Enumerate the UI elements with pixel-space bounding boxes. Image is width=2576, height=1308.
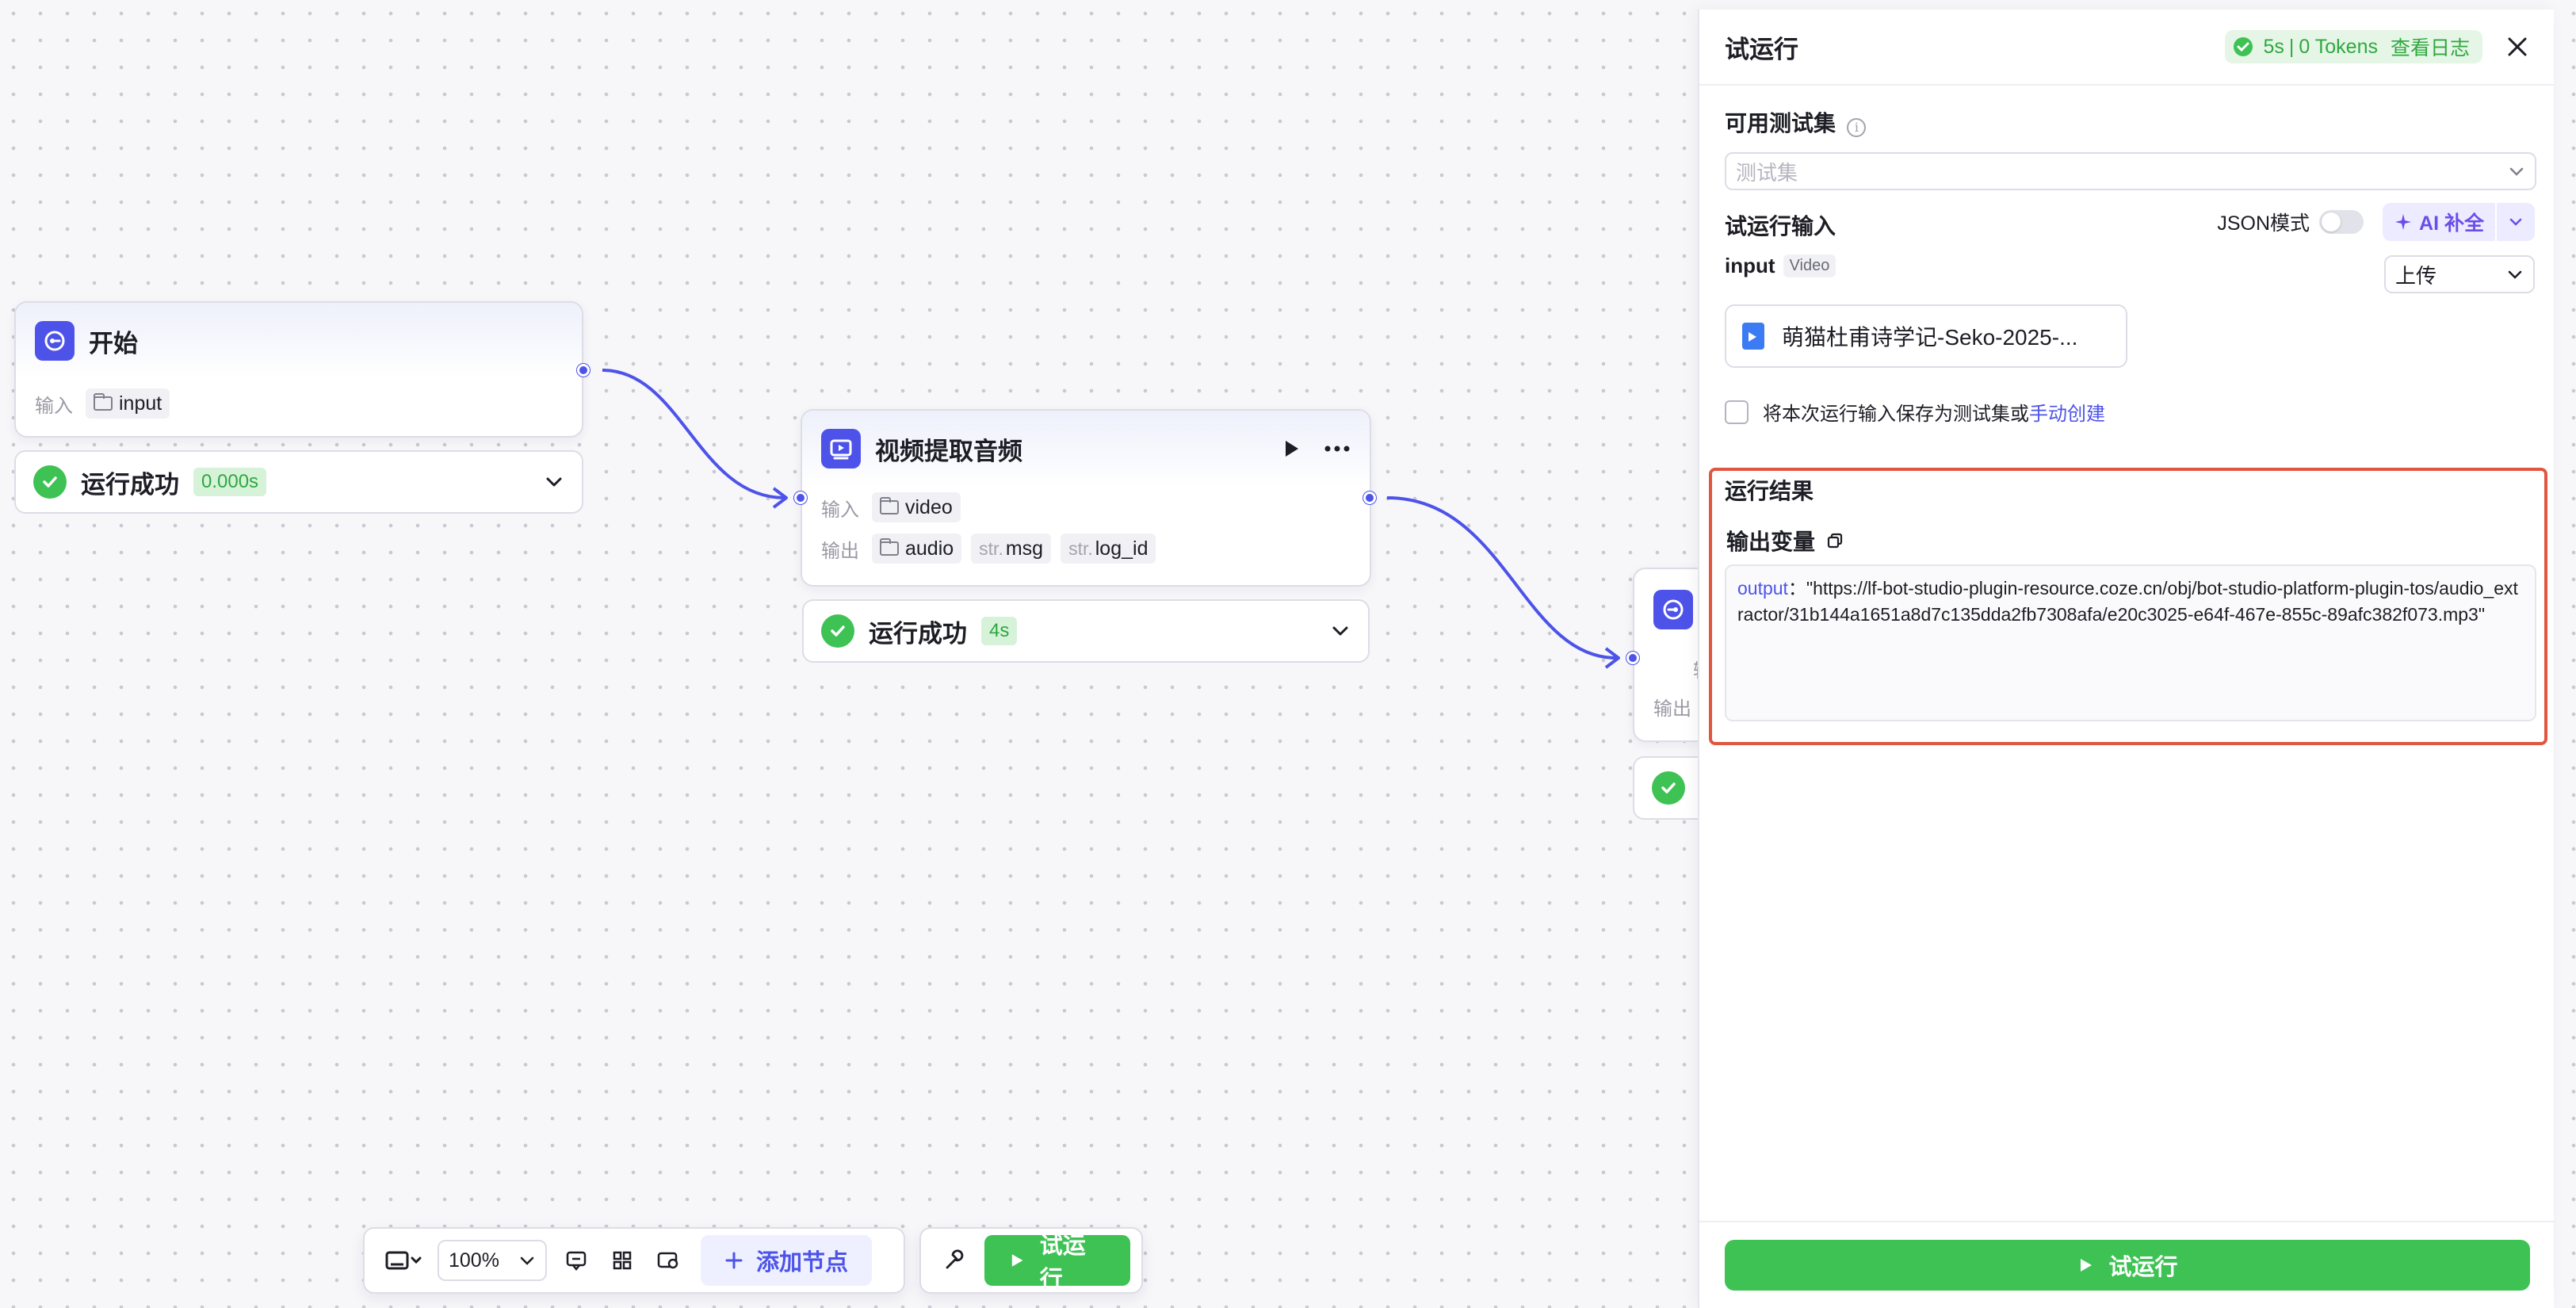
zoom-value: 100%	[449, 1249, 499, 1272]
start-input-label: 输入	[35, 395, 73, 417]
extract-output-port[interactable]	[1363, 491, 1376, 504]
ai-fill-dropdown[interactable]	[2497, 203, 2535, 241]
edge-arrow-1	[772, 487, 788, 509]
play-icon	[1012, 1254, 1023, 1267]
add-node-label: 添加节点	[756, 1250, 849, 1275]
chevron-down-icon	[2508, 270, 2522, 279]
more-options-icon[interactable]	[1324, 445, 1351, 453]
extract-status-text: 运行成功	[869, 619, 967, 648]
chevron-down-icon	[2509, 167, 2524, 176]
run-stat-badge: 5s | 0 Tokens 查看日志	[2225, 30, 2482, 63]
keyboard-icon	[385, 1251, 422, 1270]
start-status-text: 运行成功	[81, 470, 179, 499]
json-mode-label: JSON模式	[2217, 212, 2310, 235]
close-icon[interactable]	[2506, 36, 2528, 58]
run-node-play-icon[interactable]	[1281, 438, 1301, 459]
save-testset-checkbox[interactable]	[1725, 400, 1749, 424]
start-time-badge: 0.000s	[193, 468, 267, 496]
success-check-icon	[2234, 37, 2253, 56]
minimap-icon	[657, 1252, 678, 1269]
add-node-button[interactable]: 添加节点	[701, 1235, 873, 1286]
input-type-tag: Video	[1783, 254, 1836, 277]
comment-button[interactable]	[553, 1237, 599, 1283]
start-node-title: 开始	[89, 329, 138, 358]
minimap-button[interactable]	[645, 1237, 691, 1283]
panel-run-button[interactable]: 试运行	[1725, 1240, 2530, 1291]
end-output-label: 输出	[1653, 698, 1691, 720]
chevron-down-icon	[520, 1256, 534, 1265]
ai-fill-label: AI 补全	[2419, 212, 2484, 235]
video-file-icon	[1742, 323, 1764, 350]
canvas-toolbar: 100% 添加节点	[363, 1227, 905, 1294]
folder-icon	[94, 393, 113, 411]
extract-output-logid-tag: str. log_id	[1061, 534, 1156, 564]
comment-icon	[566, 1251, 587, 1272]
ai-fill-button[interactable]: AI 补全	[2383, 203, 2495, 241]
extract-input-port[interactable]	[794, 491, 807, 504]
edge-extract-to-end	[1386, 496, 1618, 660]
chevron-down-icon	[2509, 218, 2522, 226]
result-highlight-box	[1709, 468, 2547, 745]
stat-time: 5s	[2263, 35, 2284, 58]
extract-output-audio-tag: audio	[872, 534, 962, 564]
success-check-icon	[1652, 771, 1685, 805]
start-node[interactable]: 开始 输入 input	[14, 301, 583, 438]
extract-output-msg-tag: str. msg	[971, 534, 1052, 564]
run-toolbar: 试运行	[919, 1227, 1143, 1294]
debug-tools-button[interactable]	[932, 1237, 977, 1283]
start-node-icon	[35, 321, 75, 361]
extract-node-title: 视频提取音频	[875, 437, 1022, 465]
sparkle-icon	[2395, 214, 2412, 230]
upload-label: 上传	[2395, 263, 2437, 288]
play-icon	[2081, 1259, 2093, 1272]
panel-run-label: 试运行	[2108, 1255, 2178, 1280]
folder-icon	[880, 538, 899, 556]
extract-audio-node[interactable]: 视频提取音频 输入 video 输出 audio str. msg str. log…	[801, 409, 1371, 587]
folder-icon	[880, 497, 899, 514]
start-status-card[interactable]: 运行成功 0.000s	[14, 450, 583, 514]
edge-start-to-extract	[602, 369, 785, 499]
stat-tokens: 0 Tokens	[2299, 35, 2378, 58]
toolbar-run-button[interactable]: 试运行	[984, 1233, 1130, 1292]
upload-select[interactable]: 上传	[2384, 255, 2535, 293]
extract-time-badge: 4s	[981, 617, 1018, 645]
input-title: 试运行输入	[1725, 214, 1836, 239]
panel-title: 试运行	[1725, 35, 1798, 63]
testset-select[interactable]: 测试集	[1725, 152, 2536, 190]
extract-status-card[interactable]: 运行成功 4s	[802, 599, 1370, 663]
start-input-tag: input	[86, 388, 170, 419]
zoom-select[interactable]: 100%	[438, 1240, 547, 1281]
end-input-port[interactable]	[1626, 652, 1639, 664]
edge-arrow-2	[1604, 647, 1620, 669]
plus-icon	[725, 1252, 743, 1269]
extract-input-label: 输入	[821, 499, 859, 521]
toolbar-run-label: 试运行	[1039, 1233, 1086, 1292]
uploaded-file[interactable]: 萌猫杜甫诗学记-Seko-2025-...	[1725, 304, 2127, 368]
file-name: 萌猫杜甫诗学记-Seko-2025-...	[1782, 325, 2078, 350]
testset-title: 可用测试集	[1725, 111, 1836, 136]
save-testset-text: 将本次运行输入保存为测试集或	[1763, 403, 2029, 425]
json-mode-toggle[interactable]	[2319, 210, 2364, 234]
extract-output-label: 输出	[821, 540, 859, 562]
info-icon[interactable]: i	[1847, 117, 1867, 137]
success-check-icon	[821, 614, 854, 648]
video-audio-icon	[821, 429, 861, 469]
testset-placeholder: 测试集	[1736, 160, 1798, 185]
chevron-down-icon[interactable]	[1330, 621, 1351, 641]
success-check-icon	[33, 465, 67, 499]
manual-create-link[interactable]: 手动创建	[2029, 398, 2105, 426]
input-param-name: input	[1725, 254, 1775, 277]
chevron-down-icon[interactable]	[544, 472, 564, 492]
extract-input-tag: video	[872, 492, 961, 522]
grid-layout-icon	[613, 1251, 632, 1270]
end-node-icon	[1653, 590, 1693, 629]
start-output-port[interactable]	[577, 364, 590, 377]
interaction-mode-button[interactable]	[376, 1237, 431, 1283]
wrench-icon	[946, 1249, 964, 1269]
view-log-link[interactable]: 查看日志	[2391, 33, 2470, 61]
auto-layout-button[interactable]	[599, 1237, 645, 1283]
panel-footer: 试运行	[1699, 1221, 2555, 1308]
